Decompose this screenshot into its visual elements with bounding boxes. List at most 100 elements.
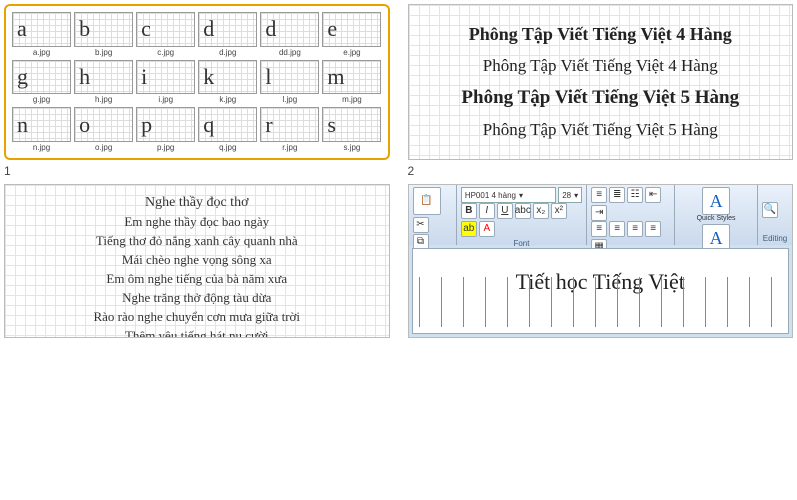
strike-icon[interactable]: abc [515, 203, 531, 219]
italic-icon[interactable]: I [479, 203, 495, 219]
sample-line: Phông Tập Viết Tiếng Việt 5 Hàng [483, 120, 718, 140]
letter-cell: mm.jpg [322, 60, 381, 105]
letter-glyph: l [260, 60, 319, 95]
font-sample-lines: Phông Tập Viết Tiếng Việt 4 Hàng Phông T… [419, 19, 783, 145]
align-right-icon[interactable]: ≡ [627, 221, 643, 237]
align-left-icon[interactable]: ≡ [591, 221, 607, 237]
letter-glyph: e [322, 12, 381, 47]
sup-icon[interactable]: x² [551, 203, 567, 219]
item-label-1: 1 [4, 164, 390, 178]
sample-line: Phông Tập Viết Tiếng Việt 5 Hàng [461, 87, 739, 109]
ribbon-group-clipboard: 📋 ✂ ⧉ Paste Clipboard [409, 185, 457, 245]
poem-line: Rào rào nghe chuyển cơn mưa giữa trời [93, 309, 300, 325]
letter-cell: gg.jpg [12, 60, 71, 105]
editing-group-label: Editing [762, 234, 788, 243]
poem-title: Nghe thầy đọc thơ [145, 195, 248, 211]
font-color-icon[interactable]: A [479, 221, 495, 237]
gallery-item-3[interactable]: Nghe thầy đọc thơ Em nghe thầy đọc bao n… [4, 184, 390, 338]
ribbon: 📋 ✂ ⧉ Paste Clipboard HP001 4 hàng▾ 2 [409, 185, 793, 245]
letter-glyph: c [136, 12, 195, 47]
letter-glyph: k [198, 60, 257, 95]
letter-glyph: i [136, 60, 195, 95]
letter-glyph: g [12, 60, 71, 95]
thumbnail-4[interactable]: 📋 ✂ ⧉ Paste Clipboard HP001 4 hàng▾ 2 [408, 184, 794, 338]
letter-caption: b.jpg [95, 48, 112, 57]
indent-right-icon[interactable]: ⇥ [591, 205, 607, 221]
sub-icon[interactable]: x₂ [533, 203, 549, 219]
find-icon[interactable]: 🔍 [762, 202, 778, 218]
letter-caption: g.jpg [33, 95, 50, 104]
letter-caption: l.jpg [283, 95, 298, 104]
ribbon-group-paragraph: ≡ ≣ ☷ ⇤ ⇥ ≡ ≡ ≡ ≡ ▦ Par [587, 185, 675, 245]
letter-glyph: b [74, 12, 133, 47]
multilevel-icon[interactable]: ☷ [627, 187, 643, 203]
letter-glyph: a [12, 12, 71, 47]
document-canvas: Tiết học Tiếng Việt [412, 248, 790, 334]
letter-caption: p.jpg [157, 143, 174, 152]
poem-line: Em nghe thầy đọc bao ngày [124, 214, 269, 230]
letter-cell: ss.jpg [322, 107, 381, 152]
letter-glyph: n [12, 107, 71, 142]
align-center-icon[interactable]: ≡ [609, 221, 625, 237]
letter-glyph: s [322, 107, 381, 142]
letter-glyph: d [260, 12, 319, 47]
bullets-icon[interactable]: ≡ [591, 187, 607, 203]
underline-icon[interactable]: U [497, 203, 513, 219]
quick-styles-label: Quick Styles [697, 215, 736, 222]
poem-line: Tiếng thơ đỏ nắng xanh cây quanh nhà [96, 233, 298, 249]
letter-cell: ii.jpg [136, 60, 195, 105]
highlight-icon[interactable]: ab [461, 221, 477, 237]
letter-cell: rr.jpg [260, 107, 319, 152]
letter-caption: h.jpg [95, 95, 112, 104]
sample-line: Phông Tập Viết Tiếng Việt 4 Hàng [483, 56, 718, 76]
letter-caption: e.jpg [343, 48, 360, 57]
letter-glyph: h [74, 60, 133, 95]
letter-caption: c.jpg [157, 48, 174, 57]
letter-caption: d.jpg [219, 48, 236, 57]
letter-cell: kk.jpg [198, 60, 257, 105]
font-size-combo[interactable]: 28▾ [558, 187, 582, 203]
ribbon-group-font: HP001 4 hàng▾ 28▾ B I U abc x₂ x² ab A [457, 185, 587, 245]
word-window: 📋 ✂ ⧉ Paste Clipboard HP001 4 hàng▾ 2 [409, 185, 793, 337]
poem-line: Thêm yêu tiếng hát nụ cười [125, 328, 269, 338]
poem-line: Mái chèo nghe vọng sông xa [122, 252, 272, 268]
letter-cell: oo.jpg [74, 107, 133, 152]
font-group-label: Font [461, 239, 582, 248]
letter-cell: ddd.jpg [260, 12, 319, 57]
letter-caption: a.jpg [33, 48, 50, 57]
letter-glyph: o [74, 107, 133, 142]
thumbnail-2[interactable]: Phông Tập Viết Tiếng Việt 4 Hàng Phông T… [408, 4, 794, 160]
poem-text: Nghe thầy đọc thơ Em nghe thầy đọc bao n… [23, 195, 371, 327]
cut-icon[interactable]: ✂ [413, 217, 429, 233]
gallery-item-1[interactable]: aa.jpgbb.jpgcc.jpgdd.jpgddd.jpgee.jpggg.… [4, 4, 390, 178]
letter-caption: n.jpg [33, 143, 50, 152]
letter-cell: qq.jpg [198, 107, 257, 152]
letter-cell: bb.jpg [74, 12, 133, 57]
poem-line: Nghe trăng thở động tàu dừa [122, 290, 271, 306]
letter-cell: pp.jpg [136, 107, 195, 152]
font-name-combo[interactable]: HP001 4 hàng▾ [461, 187, 556, 203]
indent-left-icon[interactable]: ⇤ [645, 187, 661, 203]
gallery-item-4[interactable]: 📋 ✂ ⧉ Paste Clipboard HP001 4 hàng▾ 2 [408, 184, 794, 338]
letter-cell: cc.jpg [136, 12, 195, 57]
letter-caption: k.jpg [219, 95, 236, 104]
letter-cell: dd.jpg [198, 12, 257, 57]
sample-line: Phông Tập Viết Tiếng Việt 4 Hàng [469, 24, 732, 45]
letter-grid: aa.jpgbb.jpgcc.jpgdd.jpgddd.jpgee.jpggg.… [12, 12, 382, 152]
bold-icon[interactable]: B [461, 203, 477, 219]
letter-caption: q.jpg [219, 143, 236, 152]
letter-cell: ll.jpg [260, 60, 319, 105]
paste-icon[interactable]: 📋 [413, 187, 441, 215]
letter-cell: hh.jpg [74, 60, 133, 105]
numbering-icon[interactable]: ≣ [609, 187, 625, 203]
quick-styles-icon[interactable]: A [702, 187, 730, 215]
gallery-item-2[interactable]: Phông Tập Viết Tiếng Việt 4 Hàng Phông T… [408, 4, 794, 178]
thumbnail-3[interactable]: Nghe thầy đọc thơ Em nghe thầy đọc bao n… [4, 184, 390, 338]
letter-caption: r.jpg [282, 143, 297, 152]
letter-caption: i.jpg [158, 95, 173, 104]
justify-icon[interactable]: ≡ [645, 221, 661, 237]
letter-caption: m.jpg [342, 95, 362, 104]
thumbnail-1[interactable]: aa.jpgbb.jpgcc.jpgdd.jpgddd.jpgee.jpggg.… [4, 4, 390, 160]
letter-glyph: q [198, 107, 257, 142]
letter-glyph: p [136, 107, 195, 142]
